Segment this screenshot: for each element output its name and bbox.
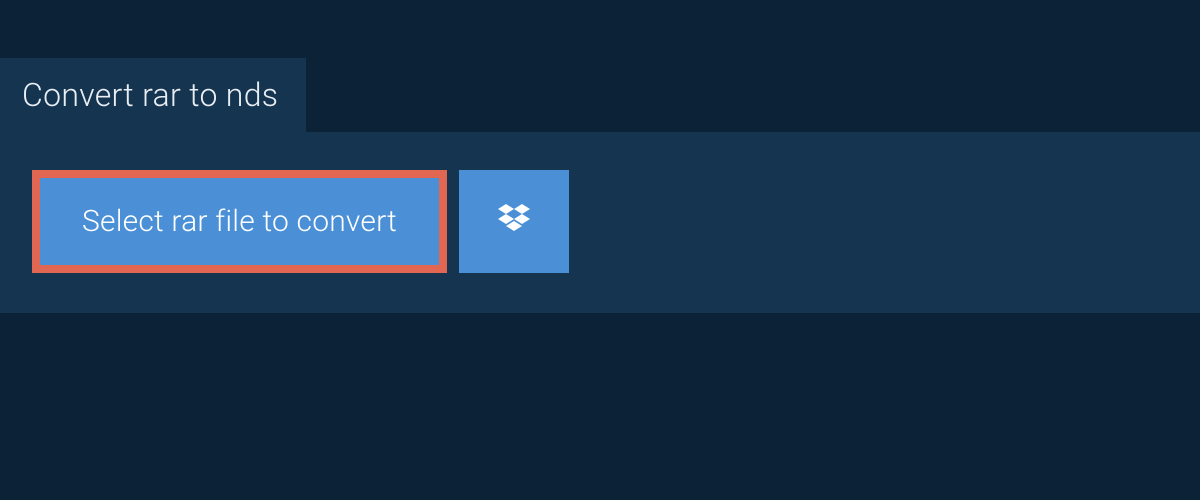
select-file-button[interactable]: Select rar file to convert (32, 170, 447, 273)
tab-convert[interactable]: Convert rar to nds (0, 58, 306, 132)
dropbox-icon (494, 200, 534, 244)
button-row: Select rar file to convert (32, 170, 1168, 273)
tab-label: Convert rar to nds (22, 76, 278, 114)
tab-bar: Convert rar to nds (0, 0, 1200, 132)
convert-panel: Select rar file to convert (0, 132, 1200, 313)
select-file-label: Select rar file to convert (82, 204, 397, 239)
dropbox-button[interactable] (459, 170, 569, 273)
